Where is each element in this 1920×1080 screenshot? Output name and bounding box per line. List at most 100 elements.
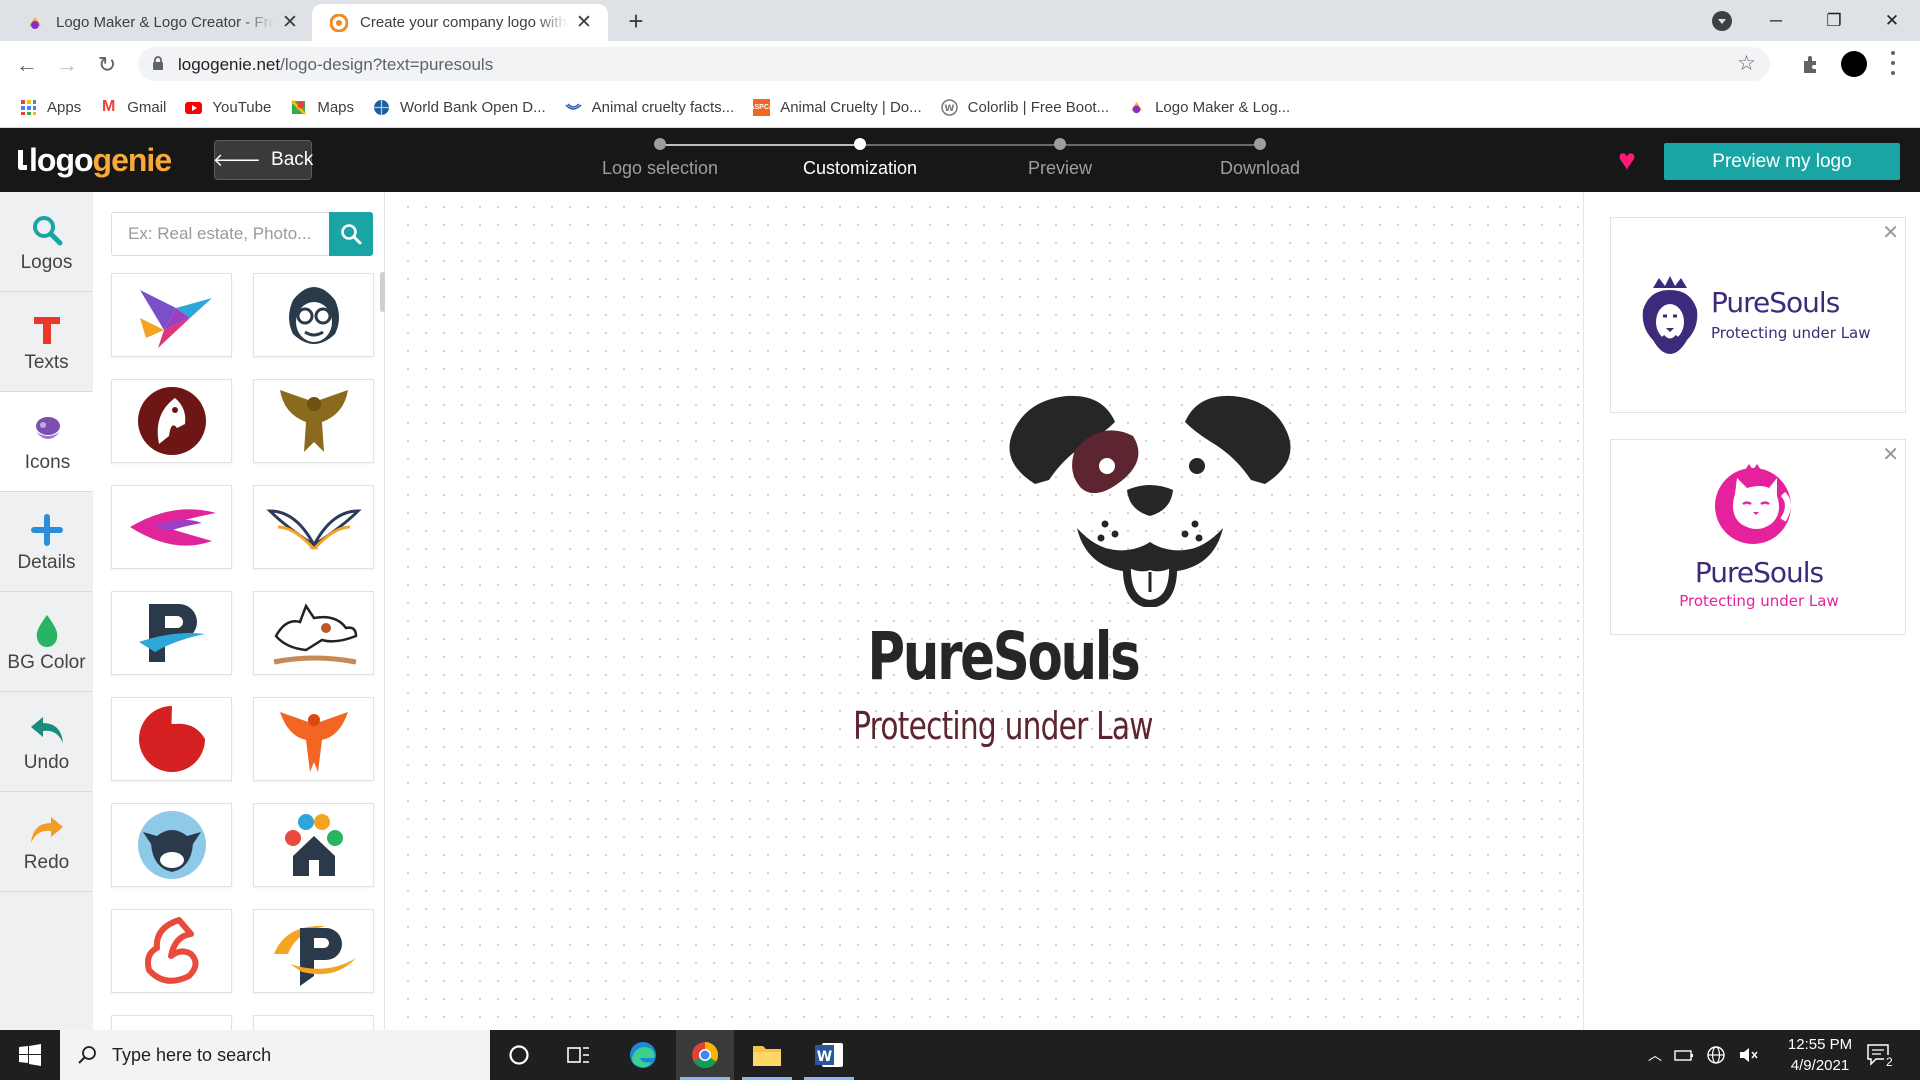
icon-thumb-horse-head[interactable]	[111, 379, 232, 463]
saved-logo-card[interactable]: ✕ PureSouls Protecting under Law	[1610, 439, 1906, 635]
bookmark-label: YouTube	[212, 98, 272, 116]
bookmark-apps[interactable]: Apps	[20, 99, 81, 116]
taskbar-word[interactable]: W	[800, 1030, 858, 1080]
bookmark-label: Gmail	[127, 98, 167, 116]
back-arrow-icon[interactable]: ←	[12, 50, 42, 80]
taskbar-clock[interactable]: 12:55 PM 4/9/2021	[1770, 1034, 1870, 1076]
network-globe-icon[interactable]	[1706, 1045, 1726, 1065]
icon-thumb-partial[interactable]	[111, 1015, 232, 1030]
logogenie-favicon-icon	[330, 13, 348, 32]
tab-close-icon[interactable]: ✕	[280, 12, 300, 33]
step-dot	[1054, 138, 1066, 150]
start-button[interactable]	[0, 1030, 60, 1080]
tab-search-icon[interactable]	[1712, 11, 1732, 31]
canvas-tagline[interactable]: Protecting under Law	[254, 704, 1752, 748]
bookmark-star-icon[interactable]: ☆	[1737, 51, 1756, 76]
bookmark-world-bank[interactable]: World Bank Open D...	[373, 99, 546, 116]
address-bar[interactable]: logogenie.net/logo-design?text=puresouls…	[138, 47, 1770, 81]
step-label: Logo selection	[601, 158, 719, 178]
icon-thumb-hipster-monkey[interactable]	[253, 273, 374, 357]
icon-thumb-cow-head[interactable]	[111, 803, 232, 887]
cortana-circle-icon	[509, 1045, 529, 1065]
new-tab-button[interactable]: +	[622, 6, 650, 36]
sidebar-item-bg-color[interactable]: BG Color	[0, 592, 93, 692]
icon-search-box	[111, 212, 373, 256]
screen: Logo Maker & Logo Creator - Free ✕ Creat…	[0, 0, 1920, 1080]
maximize-button[interactable]: ❐	[1806, 0, 1862, 41]
step-preview[interactable]: Preview	[960, 138, 1160, 179]
icon-thumb-eagle[interactable]	[253, 379, 374, 463]
origami-bird-icon	[139, 290, 212, 348]
step-download[interactable]: Download	[1160, 138, 1360, 179]
browser-tab-create-logo[interactable]: Create your company logo with our ✕	[312, 4, 608, 41]
favorites-heart-icon[interactable]: ♥	[1618, 146, 1636, 176]
sidebar-item-undo[interactable]: Undo	[0, 692, 93, 792]
browser-menu-icon[interactable]	[1890, 51, 1896, 75]
icon-thumb-letter-p-orbit[interactable]	[253, 909, 374, 993]
icon-thumb-origami-bird[interactable]	[111, 273, 232, 357]
icon-thumb-paw-house[interactable]	[253, 803, 374, 887]
dog-face-logo-icon[interactable]	[1005, 392, 1295, 607]
action-center-button[interactable]: 2	[1866, 1030, 1895, 1080]
taskbar-file-explorer[interactable]	[738, 1030, 796, 1080]
youtube-icon	[185, 101, 203, 114]
sidebar-item-texts[interactable]: Texts	[0, 292, 93, 392]
tab-close-icon[interactable]: ✕	[574, 12, 594, 33]
icon-thumb-red-swirl[interactable]	[111, 697, 232, 781]
icon-search-button[interactable]	[329, 212, 373, 256]
icon-thumb-partial[interactable]	[253, 1015, 374, 1030]
taskbar-chrome[interactable]	[676, 1030, 734, 1080]
battery-icon[interactable]	[1674, 1047, 1694, 1063]
minimize-button[interactable]: ─	[1748, 0, 1804, 41]
step-customization[interactable]: Customization	[760, 138, 960, 179]
bookmark-animal-cruelty-do[interactable]: ASPCA Animal Cruelty | Do...	[749, 98, 922, 116]
volume-muted-icon[interactable]	[1738, 1046, 1758, 1064]
bookmark-animal-cruelty-facts[interactable]: Animal cruelty facts...	[565, 99, 734, 116]
profile-avatar[interactable]	[1841, 51, 1867, 77]
bookmark-label: Logo Maker & Log...	[1155, 98, 1291, 116]
preview-my-logo-button[interactable]: Preview my logo	[1664, 143, 1900, 180]
bookmark-gmail[interactable]: M Gmail	[100, 98, 167, 116]
taskbar-search-box[interactable]: Type here to search	[60, 1030, 490, 1080]
maps-icon	[291, 99, 307, 115]
reload-icon[interactable]: ↻	[92, 50, 122, 80]
word-icon: W	[815, 1043, 843, 1067]
browser-tab-logo-maker[interactable]: Logo Maker & Logo Creator - Free ✕	[8, 4, 315, 41]
task-view-button[interactable]	[550, 1030, 608, 1080]
cortana-button[interactable]	[490, 1030, 548, 1080]
icon-thumb-wings[interactable]	[253, 485, 374, 569]
drop-icon	[36, 614, 57, 647]
canvas-brand-name[interactable]: PureSouls	[254, 618, 1752, 695]
saved-logo-tagline: Protecting under Law	[1679, 592, 1839, 610]
plus-icon	[30, 513, 63, 546]
sidebar-item-details[interactable]: Details	[0, 492, 93, 592]
library-scrollbar[interactable]	[380, 272, 385, 312]
wings-icon	[265, 509, 362, 551]
remove-saved-logo-icon[interactable]: ✕	[1882, 442, 1899, 467]
icon-search-input[interactable]	[112, 213, 330, 255]
bookmark-colorlib[interactable]: W Colorlib | Free Boot...	[940, 99, 1109, 116]
icon-thumb-pink-swoosh[interactable]	[111, 485, 232, 569]
sidebar-item-logos[interactable]: Logos	[0, 192, 93, 292]
sidebar-item-label: Icons	[24, 451, 71, 473]
forward-arrow-icon[interactable]: →	[52, 50, 82, 80]
saved-logo-card[interactable]: ✕ PureSouls Protecting under Law	[1610, 217, 1906, 413]
search-icon	[32, 215, 62, 245]
step-logo-selection[interactable]: Logo selection	[560, 138, 760, 179]
bookmark-youtube[interactable]: YouTube	[185, 99, 271, 116]
taskbar-edge[interactable]	[614, 1030, 672, 1080]
sidebar-item-redo[interactable]: Redo	[0, 792, 93, 892]
icon-thumb-fox[interactable]	[111, 909, 232, 993]
remove-saved-logo-icon[interactable]: ✕	[1882, 220, 1899, 245]
lion-crown-icon	[1642, 276, 1698, 354]
show-hidden-icons-icon[interactable]: ︿	[1648, 1045, 1662, 1065]
svg-text:W: W	[817, 1049, 832, 1065]
design-canvas[interactable]	[393, 192, 1583, 1030]
sidebar-item-icons[interactable]: Icons	[0, 392, 95, 492]
bookmark-maps[interactable]: Maps	[290, 99, 354, 116]
fox-icon	[144, 917, 198, 984]
close-window-button[interactable]: ✕	[1864, 0, 1920, 41]
extensions-puzzle-icon[interactable]	[1800, 53, 1822, 75]
bookmark-logo-maker[interactable]: Logo Maker & Log...	[1128, 99, 1290, 116]
icon-thumb-letter-p[interactable]	[111, 591, 232, 675]
